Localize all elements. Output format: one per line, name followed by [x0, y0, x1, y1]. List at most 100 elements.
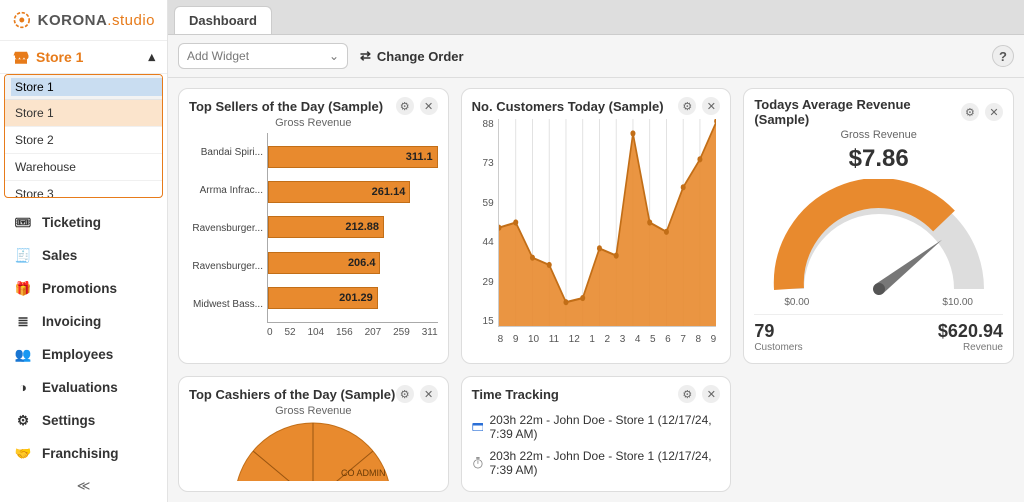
stat-value: $620.94 [938, 321, 1003, 342]
card-top-sellers: Top Sellers of the Day (Sample) ⚙ ✕ Gros… [178, 88, 449, 364]
gear-icon[interactable]: ⚙ [961, 103, 979, 121]
gear-icon[interactable]: ⚙ [396, 385, 414, 403]
tick: 88 [472, 119, 494, 130]
store-selector[interactable]: Store 1 ▴ [0, 41, 167, 74]
change-order-label: Change Order [377, 49, 464, 64]
tick: 259 [393, 327, 410, 338]
store-option[interactable]: Store 3 [5, 181, 162, 198]
brand-logo: KORONA.studio [0, 0, 167, 41]
tick: 12 [569, 334, 580, 345]
sidebar-item-settings[interactable]: ⚙Settings [0, 404, 167, 437]
bar-value: 206.4 [348, 257, 376, 269]
tick: 2 [605, 334, 611, 345]
close-icon[interactable]: ✕ [985, 103, 1003, 121]
top-sellers-chart: Bandai Spiri... Arrma Infrac... Ravensbu… [189, 133, 438, 323]
time-tracking-row: 203h 22m - John Doe - Store 1 (12/17/24,… [472, 445, 721, 481]
sidebar-item-label: Ticketing [42, 215, 101, 230]
gift-icon: 🎁 [14, 282, 32, 296]
card-subtitle: Gross Revenue [189, 117, 438, 129]
collapse-sidebar[interactable]: ≪ [0, 470, 167, 502]
sidebar-nav: 🎟 Ticketing 🧾Sales 🎁 Promotions ≣ Invoicing… [0, 206, 167, 470]
sidebar-item-employees[interactable]: 👥 Employees [0, 338, 167, 371]
gear-icon[interactable]: ⚙ [396, 97, 414, 115]
tick: 104 [307, 327, 324, 338]
sidebar-item-franchising[interactable]: 🤝Franchising [0, 437, 167, 470]
ticket-icon: 🎟 [14, 216, 32, 230]
card-customers: No. Customers Today (Sample) ⚙ ✕ 88 73 5… [461, 88, 732, 364]
sidebar: KORONA.studio Store 1 ▴ ✕ ˄ Store 1 Stor… [0, 0, 168, 502]
store-dropdown: ✕ ˄ Store 1 Store 2 Warehouse Store 3 We… [4, 74, 163, 198]
sidebar-item-label: Settings [42, 413, 95, 428]
tick: 156 [336, 327, 353, 338]
main: Dashboard Add Widget ⌄ ⇄ Change Order ? … [168, 0, 1024, 502]
tick: 0 [267, 327, 273, 338]
receipt-icon: 🧾 [14, 249, 32, 263]
sidebar-item-label: Promotions [42, 281, 117, 296]
bar-label: Ravensburger... [189, 223, 263, 234]
tick: 1 [589, 334, 595, 345]
piechart-icon: ◑ [14, 381, 32, 395]
gear-icon[interactable]: ⚙ [678, 97, 696, 115]
store-search-input[interactable] [11, 78, 163, 96]
card-title: Top Cashiers of the Day (Sample) [189, 387, 395, 402]
sidebar-item-label: Evaluations [42, 380, 118, 395]
tick: 10 [528, 334, 539, 345]
sidebar-item-promotions[interactable]: 🎁 Promotions [0, 272, 167, 305]
sidebar-item-evaluations[interactable]: ◑ Evaluations [0, 371, 167, 404]
brand-sub: .studio [107, 12, 155, 29]
time-tracking-text: 203h 22m - John Doe - Store 1 (12/17/24,… [489, 449, 720, 477]
tick: 59 [472, 198, 494, 209]
customers-chart: 88 73 59 44 29 15 [472, 115, 721, 345]
brand-name: KORONA [38, 12, 108, 29]
invoice-icon: ≣ [14, 315, 32, 329]
bar-label: Ravensburger... [189, 261, 263, 272]
gauge-chart [754, 179, 1003, 299]
sidebar-item-invoicing[interactable]: ≣ Invoicing [0, 305, 167, 338]
tick: 3 [620, 334, 626, 345]
sidebar-item-sales[interactable]: 🧾Sales [0, 239, 167, 272]
close-icon[interactable]: ✕ [420, 97, 438, 115]
people-icon: 👥 [14, 348, 32, 362]
stopwatch-icon [472, 457, 484, 469]
store-icon [12, 50, 30, 64]
store-option[interactable]: Warehouse [5, 154, 162, 181]
tick: 44 [472, 237, 494, 248]
add-widget-select[interactable]: Add Widget ⌄ [178, 43, 348, 69]
bar-value: 212.88 [345, 221, 379, 233]
chevron-up-icon: ▴ [148, 49, 155, 65]
store-option[interactable]: Store 2 [5, 127, 162, 154]
chevron-down-icon: ⌄ [329, 49, 339, 63]
bar-value: 201.29 [339, 292, 373, 304]
gear-icon[interactable]: ⚙ [678, 385, 696, 403]
time-tracking-text: 203h 22m - John Doe - Store 1 (12/17/24,… [489, 413, 720, 441]
tab-dashboard[interactable]: Dashboard [174, 6, 272, 34]
time-tracking-row: 203h 22m - John Doe - Store 1 (12/17/24,… [472, 409, 721, 445]
tick: 6 [665, 334, 671, 345]
stat-value: 79 [754, 321, 802, 342]
close-icon[interactable]: ✕ [702, 385, 720, 403]
change-order-button[interactable]: ⇄ Change Order [360, 48, 464, 64]
dashboard-content: Top Sellers of the Day (Sample) ⚙ ✕ Gros… [168, 78, 1024, 502]
bar-label: Midwest Bass... [189, 299, 263, 310]
tick: 9 [711, 334, 717, 345]
bar-label: Arrma Infrac... [189, 185, 263, 196]
tick: 4 [635, 334, 641, 345]
pie-chart: CO ADMIN [223, 421, 403, 481]
chevrons-left-icon: ≪ [77, 478, 91, 494]
sidebar-item-label: Invoicing [42, 314, 101, 329]
tabbar: Dashboard [168, 0, 1024, 34]
sidebar-item-label: Franchising [42, 446, 119, 461]
help-button[interactable]: ? [992, 45, 1014, 67]
sidebar-item-label: Employees [42, 347, 113, 362]
close-icon[interactable]: ✕ [420, 385, 438, 403]
sidebar-item-ticketing[interactable]: 🎟 Ticketing [0, 206, 167, 239]
card-subtitle: Gross Revenue [189, 405, 438, 417]
tick: 311 [422, 327, 438, 338]
tick: 5 [650, 334, 656, 345]
x-axis: 0 52 104 156 207 259 311 [267, 327, 438, 338]
close-icon[interactable]: ✕ [702, 97, 720, 115]
tick: 52 [284, 327, 295, 338]
tick: 73 [472, 158, 494, 169]
card-subtitle: Gross Revenue [754, 129, 1003, 141]
store-option[interactable]: Store 1 [5, 100, 162, 127]
